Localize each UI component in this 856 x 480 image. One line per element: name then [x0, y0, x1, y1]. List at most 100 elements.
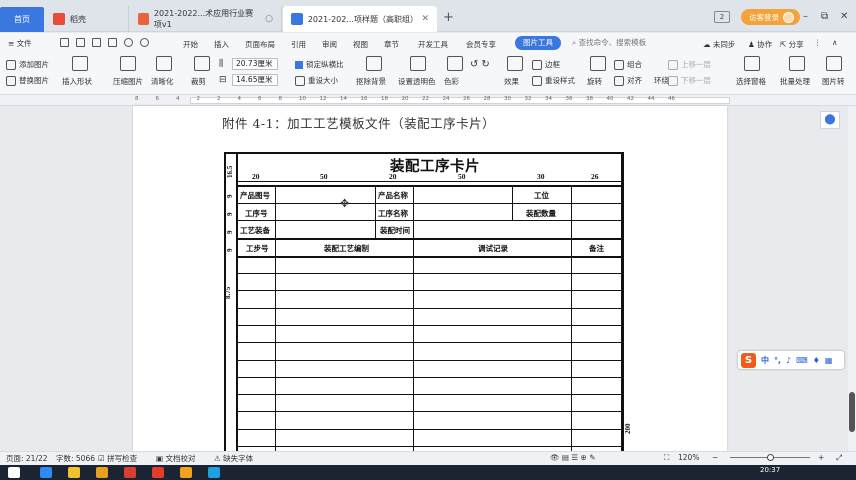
crop-button[interactable]: 裁剪: [191, 76, 206, 87]
move-down-button[interactable]: 下移一层: [668, 75, 711, 86]
add-tab-button[interactable]: +: [443, 10, 454, 25]
zoom-level[interactable]: 120%: [678, 453, 699, 462]
export-pdf-icon[interactable]: [76, 38, 85, 47]
close-window-icon[interactable]: ✕: [840, 11, 848, 22]
taskbar-app-icon[interactable]: [152, 467, 164, 478]
height-input[interactable]: 14.65厘米: [232, 74, 278, 86]
assembly-card-picture[interactable]: [224, 152, 624, 451]
remove-background-button[interactable]: 抠除背景: [356, 76, 386, 87]
missing-font-button[interactable]: ⚠ 缺失字体: [214, 453, 253, 464]
menu-start[interactable]: 开始: [183, 39, 198, 50]
select-pane-button[interactable]: 选择窗格: [736, 76, 766, 87]
windows-start-icon[interactable]: [8, 467, 20, 478]
microphone-icon[interactable]: ♪: [786, 356, 791, 365]
color-button[interactable]: 色彩: [444, 76, 459, 87]
menu-member[interactable]: 会员专享: [466, 39, 496, 50]
zoom-slider-knob[interactable]: [767, 454, 774, 461]
tab-home[interactable]: 首页: [0, 7, 44, 32]
restore-icon[interactable]: ⧉: [821, 11, 828, 22]
fit-page-icon[interactable]: ⛶: [664, 453, 669, 463]
ime-toolbar[interactable]: S 中 °, ♪ ⌨ ♦ ▦: [738, 351, 844, 369]
card-rule: [236, 307, 622, 309]
menu-insert[interactable]: 插入: [214, 39, 229, 50]
effects-button[interactable]: 效果: [504, 76, 519, 87]
tab-docer[interactable]: 稻壳: [45, 6, 129, 32]
menu-review[interactable]: 审阅: [322, 39, 337, 50]
print-icon[interactable]: [92, 38, 101, 47]
rotate-button[interactable]: 旋转: [587, 76, 602, 87]
word-count[interactable]: 字数: 5066: [56, 453, 95, 464]
taskbar-app-icon[interactable]: [180, 467, 192, 478]
reset-size-button[interactable]: 重设大小: [295, 75, 338, 86]
tab-doc-2[interactable]: 2021-202...项样题（高职组） ✕: [283, 6, 437, 32]
zoom-out-icon[interactable]: −: [712, 453, 718, 462]
compress-picture-icon: [120, 56, 136, 71]
read-mode-icon[interactable]: 👁: [550, 453, 560, 462]
batch-process-button[interactable]: 批量处理: [780, 76, 810, 87]
replace-picture-button[interactable]: 替换图片: [6, 75, 49, 86]
set-transparent-button[interactable]: 设置透明色: [398, 76, 436, 87]
location-pin-icon[interactable]: ⬤: [820, 111, 840, 129]
border-button[interactable]: 边框: [532, 59, 560, 70]
print-preview-icon[interactable]: [108, 38, 117, 47]
more-icon[interactable]: ⋮: [814, 38, 822, 47]
save-icon[interactable]: [60, 38, 69, 47]
compress-picture-button[interactable]: 压缩图片: [113, 76, 143, 87]
label-process-name: 工序名称: [378, 209, 408, 218]
zoom-in-icon[interactable]: +: [818, 453, 824, 462]
rotate-right-icon[interactable]: ↻: [481, 59, 489, 70]
add-picture-button[interactable]: 添加图片: [6, 59, 49, 70]
wrap-button[interactable]: 环绕: [654, 75, 669, 86]
combine-button[interactable]: 组合: [614, 59, 642, 70]
align-button[interactable]: 对齐: [614, 75, 642, 86]
minimize-icon[interactable]: –: [803, 11, 808, 22]
window-count-badge[interactable]: 2: [714, 11, 730, 23]
spell-check-button[interactable]: ☑ 拼写检查: [98, 453, 137, 464]
lock-ratio-checkbox[interactable]: 锁定纵横比: [295, 59, 344, 70]
insert-shape-button[interactable]: 插入形状: [62, 76, 92, 87]
tab-close-icon[interactable]: ✕: [421, 14, 429, 24]
taskbar-app-icon[interactable]: [208, 467, 220, 478]
taskbar-app-icon[interactable]: [96, 467, 108, 478]
taskbar-app-icon[interactable]: [124, 467, 136, 478]
undo-icon[interactable]: [124, 38, 133, 47]
reset-style-button[interactable]: 重设样式: [532, 75, 575, 86]
command-search[interactable]: ⌕ 查找命令、搜索模板: [572, 37, 646, 48]
ime-punct-icon[interactable]: °,: [774, 356, 781, 365]
sync-status[interactable]: ☁ 未同步: [703, 39, 735, 50]
keyboard-icon[interactable]: ⌨: [796, 356, 808, 365]
skin-icon[interactable]: ♦: [813, 356, 820, 365]
collapse-ribbon-icon[interactable]: ∧: [832, 38, 838, 47]
menu-view[interactable]: 视图: [353, 39, 368, 50]
collab-button[interactable]: ♟ 协作: [748, 39, 772, 50]
scrollbar-thumb[interactable]: [849, 392, 855, 432]
menu-chapter[interactable]: 章节: [384, 39, 399, 50]
page-indicator[interactable]: 页面: 21/22: [6, 453, 48, 464]
tab-close-icon[interactable]: ○: [265, 14, 273, 24]
picture-convert-button[interactable]: 图片转: [822, 76, 845, 87]
proofread-button[interactable]: ▣ 文档校对: [156, 453, 195, 464]
col-dim: 30: [537, 172, 545, 181]
tab-doc-1[interactable]: 2021-2022...术应用行业赛项v1 ○: [130, 6, 282, 32]
menu-page-layout[interactable]: 页面布局: [245, 39, 275, 50]
share-button[interactable]: ⇱ 分享: [780, 39, 804, 50]
ime-mode-label[interactable]: 中: [761, 355, 769, 366]
visitor-login-button[interactable]: 访客登录: [741, 9, 800, 25]
move-up-button[interactable]: 上移一层: [668, 59, 711, 70]
taskbar-app-icon[interactable]: [40, 467, 52, 478]
outline-view-icon[interactable]: ☰: [571, 453, 578, 462]
menu-references[interactable]: 引用: [291, 39, 306, 50]
write-view-icon[interactable]: ✎: [589, 453, 595, 462]
page-view-icon[interactable]: ▤: [562, 453, 569, 462]
file-menu[interactable]: ≡ 文件: [8, 38, 32, 49]
fullscreen-icon[interactable]: ⤢: [836, 453, 842, 463]
web-view-icon[interactable]: ⊕: [581, 453, 587, 462]
clarity-button[interactable]: 清晰化: [151, 76, 174, 87]
menu-developer[interactable]: 开发工具: [418, 39, 448, 50]
tab-picture-tools[interactable]: 图片工具: [515, 36, 561, 50]
width-input[interactable]: 20.73厘米: [232, 58, 278, 70]
taskbar-app-icon[interactable]: [68, 467, 80, 478]
grid-icon[interactable]: ▦: [825, 356, 833, 365]
redo-icon[interactable]: [140, 38, 149, 47]
rotate-left-icon[interactable]: ↺: [470, 59, 478, 70]
